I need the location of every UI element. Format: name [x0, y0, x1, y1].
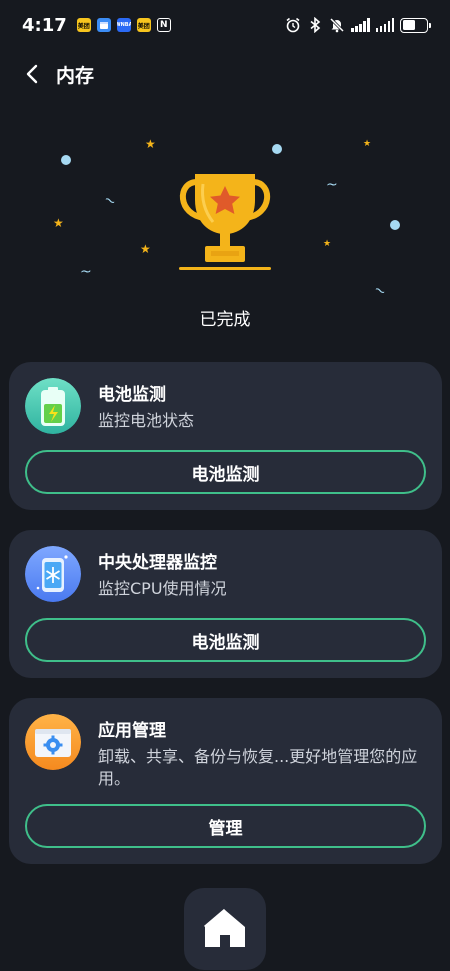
signal-icon-1	[351, 18, 370, 32]
app-settings-icon	[25, 714, 81, 770]
confetti-squiggle: ~	[370, 281, 389, 301]
battery-fill	[402, 20, 416, 30]
battery-indicator	[400, 17, 431, 33]
app-manage-button[interactable]: 管理	[25, 804, 426, 848]
confetti-dot	[390, 220, 400, 230]
status-time: 4:17	[22, 14, 67, 36]
meituan-badge-2: 美团	[136, 18, 151, 32]
battery-monitor-card: 电池监测 监控电池状态 电池监测	[9, 362, 442, 510]
confetti-star: ★	[363, 139, 372, 149]
battery-icon	[25, 378, 81, 434]
confetti-star: ★	[145, 137, 156, 151]
card-title: 电池监测	[98, 385, 166, 405]
nfc-icon: N	[156, 18, 171, 32]
signal-icon-2	[375, 18, 394, 32]
confetti-squiggle: ~	[326, 177, 338, 193]
meituan-badge: 美团	[76, 18, 91, 32]
page-title: 内存	[56, 64, 95, 87]
header: 内存	[0, 56, 450, 92]
confetti-star: ★	[53, 216, 64, 230]
card-title: 应用管理	[98, 721, 166, 741]
cpu-monitor-button[interactable]: 电池监测	[25, 618, 426, 662]
calendar-badge	[96, 18, 111, 32]
completed-status-text: 已完成	[199, 310, 251, 330]
confetti-dot	[272, 144, 282, 154]
app-management-card: 应用管理 卸载、共享、备份与恢复...更好地管理您的应用。 管理	[9, 698, 442, 864]
home-icon	[204, 908, 245, 947]
cpu-monitor-card: 中央处理器监控 监控CPU使用情况 电池监测	[9, 530, 442, 678]
confetti-squiggle: ~	[100, 191, 119, 211]
card-description: 卸载、共享、备份与恢复...更好地管理您的应用。	[98, 747, 418, 788]
card-description: 监控电池状态	[98, 411, 195, 430]
alarm-icon	[285, 17, 301, 33]
confetti-star: ★	[323, 239, 332, 249]
trophy-icon	[179, 174, 271, 270]
battery-monitor-button[interactable]: 电池监测	[25, 450, 426, 494]
bluetooth-icon	[307, 17, 323, 33]
app-badge-blue: WNBA	[116, 18, 131, 32]
status-left: 4:17 美团 WNBA 美团 N	[22, 15, 171, 36]
mute-bell-icon	[329, 17, 345, 33]
card-title: 中央处理器监控	[98, 553, 217, 573]
card-description: 监控CPU使用情况	[98, 579, 227, 598]
status-right	[285, 17, 431, 33]
confetti-squiggle: ~	[80, 264, 92, 280]
confetti-dot	[61, 155, 71, 165]
status-bar: 4:17 美团 WNBA 美团 N	[0, 0, 450, 50]
home-button[interactable]	[184, 888, 266, 970]
chevron-left-icon	[26, 64, 38, 84]
back-button[interactable]	[12, 56, 52, 92]
cpu-cooling-icon	[25, 546, 81, 602]
confetti-star: ★	[140, 242, 151, 256]
